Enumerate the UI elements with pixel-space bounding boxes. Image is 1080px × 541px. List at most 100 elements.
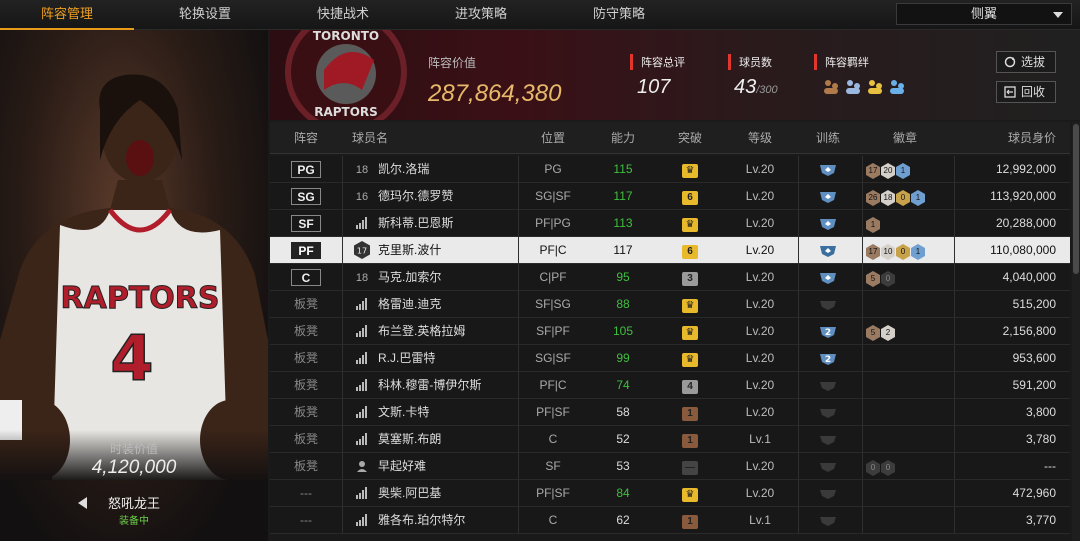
user-avatar-icon	[357, 461, 367, 472]
player-name[interactable]: 凯尔.洛瑞	[378, 156, 518, 183]
cell-training[interactable]: 2	[798, 318, 858, 345]
cell-training[interactable]	[798, 372, 858, 399]
cell-training[interactable]	[798, 399, 858, 426]
cell-training[interactable]	[798, 480, 858, 507]
team-summary-header: TORONTO RAPTORS 阵容价值 287,864,380 阵容总评 10…	[270, 30, 1080, 120]
table-row[interactable]: SF 斯科蒂.巴恩斯 PF|PG 113 ♛ Lv.20 1 20,288,00…	[270, 210, 1070, 237]
tab-offense-strategy[interactable]: 进攻策略	[414, 0, 548, 30]
col-breakthrough[interactable]: 突破	[660, 122, 720, 154]
player-name[interactable]: 莫塞斯.布朗	[378, 426, 518, 453]
tab-rotation-settings[interactable]: 轮换设置	[138, 0, 272, 30]
lineup-slot-badge: PF	[291, 242, 321, 259]
cell-slot: 板凳	[270, 453, 342, 480]
cell-training[interactable]	[798, 156, 858, 183]
player-name[interactable]: 格雷迪.迪克	[378, 291, 518, 318]
player-name[interactable]: 马克.加索尔	[378, 264, 518, 291]
cell-training[interactable]	[798, 426, 858, 453]
cell-training[interactable]	[798, 237, 858, 264]
table-row[interactable]: PF 17 克里斯.波什 PF|C 117 6 Lv.20 17 10 0 1 110…	[270, 237, 1070, 264]
recycle-button[interactable]: 回收	[996, 81, 1056, 103]
player-position: SF	[545, 459, 561, 473]
bond-icons[interactable]	[822, 78, 912, 96]
cell-rank: 18	[350, 156, 374, 183]
player-name[interactable]: 布兰登.英格拉姆	[378, 318, 518, 345]
tab-lineup-management[interactable]: 阵容管理	[0, 0, 134, 30]
badge-hex-icon: 1	[911, 244, 925, 260]
table-row[interactable]: 板凳 文斯.卡特 PF|SF 58 1 Lv.20 3,800	[270, 399, 1070, 426]
col-training[interactable]: 训练	[798, 122, 858, 154]
signal-bars-icon	[356, 352, 367, 364]
lineup-slot-text: ---	[300, 513, 312, 527]
col-lineup[interactable]: 阵容	[270, 122, 342, 154]
player-name[interactable]: R.J.巴雷特	[378, 345, 518, 372]
player-ability: 88	[616, 297, 630, 311]
player-value: 3,780	[1025, 432, 1056, 446]
player-name[interactable]: 奥柴.阿巴基	[378, 480, 518, 507]
training-shield-empty-icon	[820, 463, 836, 472]
breakthrough-icon: ♛	[682, 326, 698, 340]
training-level-icon: 2	[820, 354, 836, 365]
player-name[interactable]: 文斯.卡特	[378, 399, 518, 426]
cell-slot: C	[270, 264, 342, 291]
table-row[interactable]: 板凳 早起好难 SF 53 — Lv.20 00 ---	[270, 453, 1070, 480]
cell-badges: 1	[866, 210, 956, 237]
table-row[interactable]: SG 16 德玛尔.德罗赞 SG|SF 117 6 Lv.20 26 18 0 1 1…	[270, 183, 1070, 210]
player-position: SF|PF	[536, 324, 570, 338]
select-button[interactable]: 选拔	[996, 51, 1056, 73]
player-name[interactable]: 早起好难	[378, 453, 518, 480]
cell-training[interactable]	[798, 210, 858, 237]
table-row[interactable]: PG 18 凯尔.洛瑞 PG 115 ♛ Lv.20 17 20 1 12,992,…	[270, 156, 1070, 183]
col-level[interactable]: 等级	[722, 122, 798, 154]
player-value: 3,800	[1025, 405, 1056, 419]
rank-number: 18	[355, 272, 369, 284]
col-player-value[interactable]: 球员身价	[960, 122, 1056, 154]
col-ability[interactable]: 能力	[588, 122, 658, 154]
player-value: 515,200	[1012, 297, 1056, 311]
player-position: SG|SF	[535, 189, 571, 203]
breakthrough-icon: 4	[682, 380, 698, 394]
cell-training[interactable]	[798, 183, 858, 210]
col-position[interactable]: 位置	[520, 122, 586, 154]
player-level: Lv.20	[745, 405, 775, 419]
player-ability: 99	[616, 351, 630, 365]
player-ability: 117	[613, 189, 633, 203]
table-scrollbar-thumb[interactable]	[1073, 124, 1079, 274]
badge-hex-icon: 1	[866, 217, 880, 233]
cell-training[interactable]	[798, 507, 858, 534]
cell-breakthrough: ♛	[660, 210, 720, 237]
view-select-dropdown[interactable]: 侧翼	[896, 3, 1072, 25]
player-name[interactable]: 德玛尔.德罗赞	[378, 183, 518, 210]
player-name[interactable]: 科林.穆雷-博伊尔斯	[378, 372, 518, 399]
cell-training[interactable]	[798, 453, 858, 480]
table-row[interactable]: 板凳 R.J.巴雷特 SG|SF 99 ♛ Lv.20 2 953,600	[270, 345, 1070, 372]
badge-hex-icon: 2	[881, 325, 895, 341]
col-player-name[interactable]: 球员名	[352, 122, 412, 154]
badge-hex-icon: 10	[881, 244, 895, 260]
player-value: 113,920,000	[990, 189, 1056, 203]
player-name[interactable]: 斯科蒂.巴恩斯	[378, 210, 518, 237]
cell-training[interactable]	[798, 291, 858, 318]
col-badges[interactable]: 徽章	[860, 122, 950, 154]
tab-quick-tactics[interactable]: 快捷战术	[276, 0, 410, 30]
player-ability: 113	[613, 216, 633, 230]
player-name[interactable]: 雅各布.珀尔特尔	[378, 507, 518, 534]
table-row[interactable]: 板凳 布兰登.英格拉姆 SF|PF 105 ♛ Lv.20 2 52 2,156…	[270, 318, 1070, 345]
player-position: SF|SG	[535, 297, 571, 311]
player-value: 591,200	[1012, 378, 1056, 392]
player-value: 4,040,000	[1002, 270, 1056, 284]
table-row[interactable]: 板凳 科林.穆雷-博伊尔斯 PF|C 74 4 Lv.20 591,200	[270, 372, 1070, 399]
cell-training[interactable]: 2	[798, 345, 858, 372]
table-row[interactable]: 板凳 莫塞斯.布朗 C 52 1 Lv.1 3,780	[270, 426, 1070, 453]
training-shield-icon	[820, 273, 836, 284]
signal-bars-icon	[356, 325, 367, 337]
cell-badges	[866, 399, 956, 426]
table-row[interactable]: --- 雅各布.珀尔特尔 C 62 1 Lv.1 3,770	[270, 507, 1070, 534]
lineup-slot-badge: SG	[291, 188, 321, 205]
table-row[interactable]: 板凳 格雷迪.迪克 SF|SG 88 ♛ Lv.20 515,200	[270, 291, 1070, 318]
player-name[interactable]: 克里斯.波什	[378, 237, 518, 264]
table-row[interactable]: C 18 马克.加索尔 C|PF 95 3 Lv.20 50 4,040,000	[270, 264, 1070, 291]
tab-defense-strategy[interactable]: 防守策略	[552, 0, 686, 30]
table-row[interactable]: --- 奥柴.阿巴基 PF|SF 84 ♛ Lv.20 472,960	[270, 480, 1070, 507]
player-count-label: 球员数	[728, 54, 772, 70]
cell-training[interactable]	[798, 264, 858, 291]
